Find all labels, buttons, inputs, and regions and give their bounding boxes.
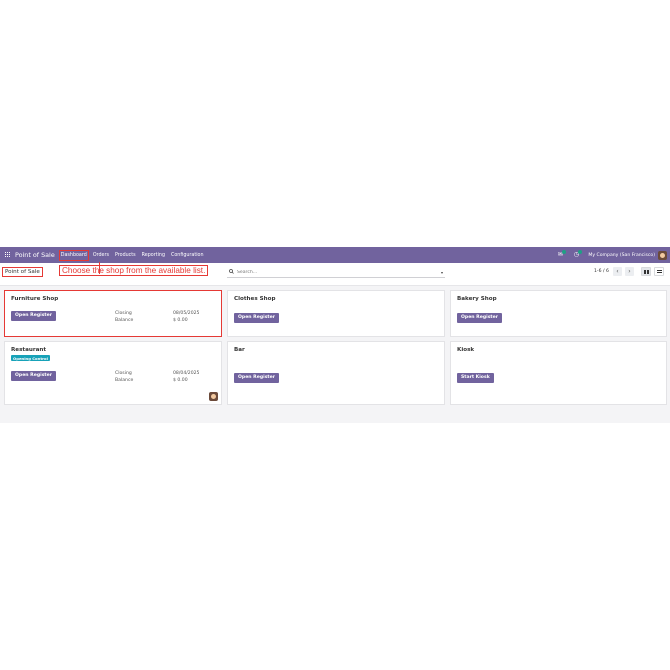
closing-label: Closing <box>115 311 132 316</box>
open-register-button[interactable]: Open Register <box>234 373 280 383</box>
chat-icon[interactable]: ✉ <box>556 250 567 259</box>
top-navbar: Point of Sale Dashboard Orders Products … <box>0 247 670 263</box>
annotation-pointer <box>99 262 100 274</box>
open-register-button[interactable]: Open Register <box>11 371 57 381</box>
closing-balance-values: 08/05/2025 $ 0.00 <box>173 311 199 324</box>
balance-label: Balance <box>115 317 134 323</box>
shop-title: Bakery Shop <box>457 296 497 302</box>
shop-card-furniture[interactable]: Furniture Shop Open Register Closing Bal… <box>4 290 222 337</box>
app-name[interactable]: Point of Sale <box>15 251 55 259</box>
closing-balance-labels: Closing Balance <box>115 311 133 324</box>
status-badge: Opening Control <box>11 355 50 361</box>
responsible-avatar <box>209 392 218 401</box>
closing-label: Closing <box>115 371 132 376</box>
shop-title: Clothes Shop <box>234 296 276 302</box>
shop-title: Furniture Shop <box>11 296 59 302</box>
closing-date: 08/04/2025 <box>173 371 200 376</box>
menu-products[interactable]: Products <box>115 253 136 258</box>
list-view-button[interactable] <box>654 267 664 276</box>
kanban-view-button[interactable] <box>641 267 651 276</box>
menu-orders[interactable]: Orders <box>93 253 109 258</box>
shop-title: Bar <box>234 347 245 353</box>
closing-balance-values: 08/04/2025 $ 0.00 <box>173 371 199 384</box>
pager-next-icon[interactable]: › <box>625 267 634 276</box>
search-input[interactable] <box>235 268 441 276</box>
balance-value: $ 0.00 <box>173 317 188 323</box>
closing-date: 08/05/2025 <box>173 311 200 316</box>
navbar-systray: ✉ ◷ My Company (San Francisco) <box>556 250 670 260</box>
closing-balance-labels: Closing Balance <box>115 371 133 384</box>
open-register-button[interactable]: Open Register <box>234 313 280 323</box>
activity-clock-icon[interactable]: ◷ <box>572 250 583 259</box>
control-panel: Point of Sale Choose the shop from the a… <box>0 263 670 286</box>
start-kiosk-button[interactable]: Start Kiosk <box>457 373 494 383</box>
shop-title: Restaurant <box>11 347 47 353</box>
balance-label: Balance <box>115 377 134 383</box>
search-bar[interactable]: ▾ <box>227 267 445 278</box>
breadcrumb: Point of Sale <box>2 267 43 277</box>
tutorial-annotation: Choose the shop from the available list. <box>59 265 209 276</box>
search-options-caret-icon[interactable]: ▾ <box>441 270 443 275</box>
pos-dashboard: Point of Sale Dashboard Orders Products … <box>0 247 670 423</box>
shop-card-restaurant[interactable]: Restaurant Opening Control Open Register… <box>4 341 222 405</box>
menu-configuration[interactable]: Configuration <box>171 253 204 258</box>
shop-card-bakery[interactable]: Bakery Shop Open Register <box>450 290 667 337</box>
menu-reporting[interactable]: Reporting <box>142 253 165 258</box>
open-register-button[interactable]: Open Register <box>457 313 503 323</box>
pager-value[interactable]: 1-6 / 6 <box>594 269 609 274</box>
user-avatar[interactable] <box>658 250 667 260</box>
shop-card-bar[interactable]: Bar Open Register <box>227 341 445 405</box>
shop-card-kiosk[interactable]: Kiosk Start Kiosk <box>450 341 667 405</box>
apps-grid-icon[interactable] <box>5 252 11 258</box>
pager-previous-icon[interactable]: ‹ <box>613 267 622 276</box>
menu-dashboard[interactable]: Dashboard <box>58 249 89 261</box>
balance-value: $ 0.00 <box>173 377 188 383</box>
company-switcher[interactable]: My Company (San Francisco) <box>588 253 655 258</box>
shop-card-clothes[interactable]: Clothes Shop Open Register <box>227 290 445 337</box>
open-register-button[interactable]: Open Register <box>11 311 57 321</box>
shop-title: Kiosk <box>457 347 475 353</box>
